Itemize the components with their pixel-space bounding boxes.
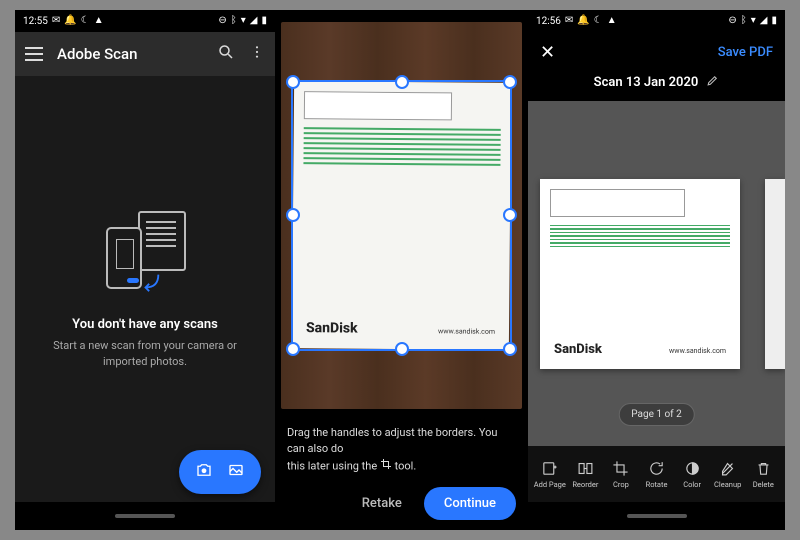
wifi-icon: ▾ <box>751 16 756 26</box>
gallery-icon <box>227 461 245 483</box>
crop-handle-tm[interactable] <box>395 75 409 89</box>
tool-reorder[interactable]: Reorder <box>568 460 604 489</box>
screen-library: 12:55 ✉ 🔔 ☾ ▲ ⊖ ᛒ ▾ ◢ ▮ Adobe Scan <box>15 10 275 530</box>
tool-cleanup[interactable]: Cleanup <box>710 460 746 489</box>
empty-title: You don't have any scans <box>72 317 218 332</box>
tool-label: Add Page <box>534 480 566 489</box>
page-carousel[interactable]: SanDisk www.sandisk.com Page 1 of 2 <box>528 101 785 446</box>
signal-icon: ◢ <box>250 16 258 26</box>
empty-subtitle: Start a new scan from your camera or imp… <box>35 338 255 369</box>
page-indicator: Page 1 of 2 <box>618 403 694 426</box>
battery-icon: ▮ <box>261 16 267 26</box>
edit-toolbar: Add Page Reorder Crop Rotate Color Cleanup Del… <box>528 446 785 502</box>
continue-button[interactable]: Continue <box>424 487 516 520</box>
scan-title: Scan 13 Jan 2020 <box>594 75 699 90</box>
mail-icon: ✉ <box>565 16 573 26</box>
status-bar: 12:56 ✉ 🔔 ☾ ▲ ⊖ ᛒ ▾ ◢ ▮ <box>528 10 785 32</box>
tool-rotate[interactable]: Rotate <box>639 460 675 489</box>
tool-label: Color <box>683 480 701 489</box>
app-bar: Adobe Scan <box>15 32 275 76</box>
page-thumbnail[interactable]: SanDisk www.sandisk.com <box>540 179 740 369</box>
moon-icon: ☾ <box>81 16 90 26</box>
status-time: 12:56 <box>536 16 561 27</box>
search-button[interactable] <box>217 43 235 65</box>
bell-icon: 🔔 <box>577 16 589 26</box>
status-bar: 12:55 ✉ 🔔 ☾ ▲ ⊖ ᛒ ▾ ◢ ▮ <box>15 10 275 32</box>
save-pdf-button[interactable]: Save PDF <box>718 45 773 60</box>
mail-icon: ✉ <box>52 16 60 26</box>
warning-icon: ▲ <box>94 16 104 26</box>
tool-label: Rotate <box>646 480 668 489</box>
screen-review: 12:56 ✉ 🔔 ☾ ▲ ⊖ ᛒ ▾ ◢ ▮ ✕ Save PDF Scan … <box>528 10 785 530</box>
crop-handle-br[interactable] <box>503 342 517 356</box>
next-page-peek[interactable] <box>765 179 785 369</box>
dnd-icon: ⊖ <box>728 16 736 26</box>
close-button[interactable]: ✕ <box>540 42 555 63</box>
document-url: www.sandisk.com <box>669 347 726 355</box>
app-title: Adobe Scan <box>57 45 203 63</box>
dnd-icon: ⊖ <box>218 16 226 26</box>
tool-label: Delete <box>753 480 774 489</box>
bt-icon: ᛒ <box>231 16 237 26</box>
camera-icon <box>195 461 213 483</box>
rename-button[interactable] <box>706 74 719 91</box>
crop-handle-tl[interactable] <box>286 75 300 89</box>
moon-icon: ☾ <box>594 16 603 26</box>
signal-icon: ◢ <box>760 16 768 26</box>
battery-icon: ▮ <box>771 16 777 26</box>
retake-button[interactable]: Retake <box>352 488 412 519</box>
tool-color[interactable]: Color <box>674 460 710 489</box>
tool-crop[interactable]: Crop <box>603 460 639 489</box>
tool-label: Cleanup <box>714 480 741 489</box>
crop-handle-rm[interactable] <box>503 208 517 222</box>
crop-icon <box>380 458 392 476</box>
document-logo: SanDisk <box>554 342 602 357</box>
crop-handle-tr[interactable] <box>503 75 517 89</box>
crop-frame[interactable] <box>291 80 512 351</box>
more-button[interactable] <box>249 44 265 64</box>
bell-icon: 🔔 <box>64 16 76 26</box>
wifi-icon: ▾ <box>241 16 246 26</box>
tool-label: Crop <box>613 480 629 489</box>
empty-illustration <box>100 209 190 299</box>
crop-handle-bl[interactable] <box>286 342 300 356</box>
crop-handle-bm[interactable] <box>395 342 409 356</box>
crop-tip: Drag the handles to adjust the borders. … <box>275 415 528 480</box>
status-time: 12:55 <box>23 16 48 27</box>
android-navbar[interactable] <box>528 502 785 530</box>
menu-button[interactable] <box>25 47 43 61</box>
tool-delete[interactable]: Delete <box>745 460 781 489</box>
screen-crop: SanDisk www.sandisk.com <box>275 10 528 530</box>
android-navbar[interactable] <box>15 502 275 530</box>
scan-preview: SanDisk www.sandisk.com <box>275 10 528 415</box>
new-scan-fab[interactable] <box>179 450 261 494</box>
crop-handle-lm[interactable] <box>286 208 300 222</box>
warning-icon: ▲ <box>607 16 617 26</box>
empty-state: You don't have any scans Start a new sca… <box>15 76 275 502</box>
tool-add-page[interactable]: Add Page <box>532 460 568 489</box>
bt-icon: ᛒ <box>741 16 747 26</box>
tool-label: Reorder <box>572 480 598 489</box>
